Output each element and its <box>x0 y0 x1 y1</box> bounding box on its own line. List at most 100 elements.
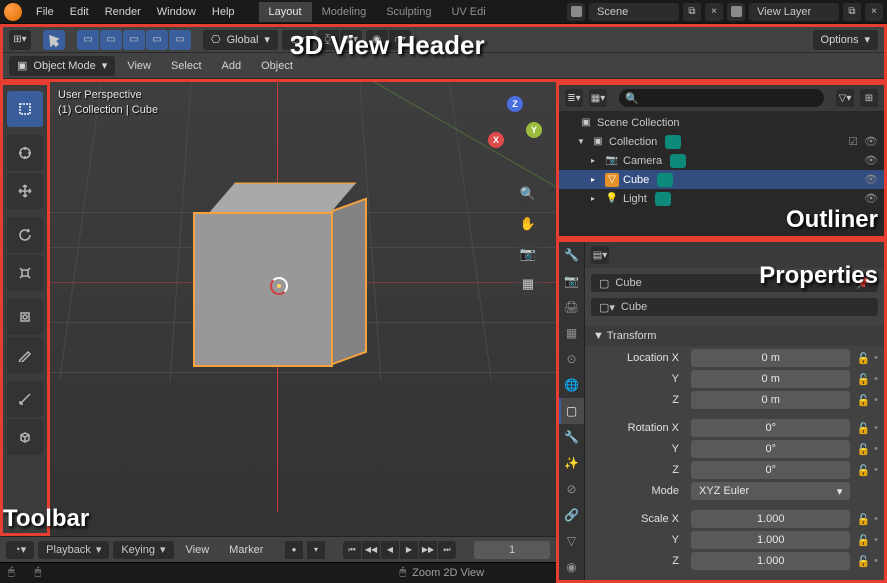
outliner-display-icon[interactable]: ▦▾ <box>589 89 607 107</box>
scene-delete-icon[interactable]: × <box>705 3 723 21</box>
tool-move[interactable] <box>7 173 43 209</box>
prev-key-icon[interactable]: ◀◀ <box>362 541 380 559</box>
lock-icon[interactable]: 🔓 <box>856 555 870 568</box>
view-menu[interactable]: View <box>119 57 159 75</box>
filter-icon[interactable]: ▽▾ <box>836 89 854 107</box>
anim-dot-icon[interactable]: • <box>874 534 878 547</box>
tab-particles-icon[interactable]: ✨ <box>559 450 584 476</box>
transform-orientation[interactable]: ⎔ Global ▾ <box>203 30 278 50</box>
jump-start-icon[interactable]: ⏮ <box>343 541 361 559</box>
anim-dot-icon[interactable]: • <box>874 464 878 477</box>
lock-icon[interactable]: 🔓 <box>856 422 870 435</box>
disclosure-icon[interactable]: ▸ <box>591 156 601 165</box>
select-intersect-icon[interactable]: ▭ <box>169 30 191 50</box>
scene-copy-icon[interactable]: ⧉ <box>683 3 701 21</box>
lock-icon[interactable]: 🔓 <box>856 373 870 386</box>
zoom-icon[interactable]: 🔍 <box>516 182 540 206</box>
tree-scene-collection[interactable]: ▣ Scene Collection <box>559 113 884 132</box>
lock-icon[interactable]: 🔓 <box>856 394 870 407</box>
snap-type-icon[interactable]: ▦▾ <box>340 30 362 50</box>
tab-data-icon[interactable]: ▽ <box>559 528 584 554</box>
play-rev-icon[interactable]: ◀ <box>381 541 399 559</box>
viewlayer-copy-icon[interactable]: ⧉ <box>843 3 861 21</box>
tab-constraints-icon[interactable]: 🔗 <box>559 502 584 528</box>
outliner-search-input[interactable]: 🔍 <box>619 89 824 107</box>
new-collection-icon[interactable]: ⊞ <box>860 89 878 107</box>
ortho-toggle-icon[interactable]: ▦ <box>516 272 540 296</box>
rot-x-field[interactable]: 0° <box>691 419 850 437</box>
anim-dot-icon[interactable]: • <box>874 443 878 456</box>
nav-gizmo[interactable]: Z Y X <box>488 96 542 150</box>
current-frame-field[interactable]: 1 <box>474 541 550 559</box>
tree-item-camera[interactable]: ▸ 📷 Camera 👁 <box>559 151 884 170</box>
tool-add-cube[interactable] <box>7 419 43 455</box>
eye-icon[interactable]: 👁 <box>864 154 878 167</box>
exclude-icon[interactable]: ☑ <box>848 135 858 148</box>
eye-icon[interactable]: 👁 <box>864 135 878 148</box>
editor-type-icon[interactable]: ⊞▾ <box>9 30 31 50</box>
anim-dot-icon[interactable]: • <box>874 373 878 386</box>
loc-x-field[interactable]: 0 m <box>691 349 850 367</box>
tree-item-cube[interactable]: ▸ ▽ Cube 👁 <box>559 170 884 189</box>
options-dropdown[interactable]: Options ▾ <box>813 30 878 50</box>
outliner-editor-icon[interactable]: ≣▾ <box>565 89 583 107</box>
loc-z-field[interactable]: 0 m <box>691 391 850 409</box>
anim-dot-icon[interactable]: • <box>874 352 878 365</box>
tab-output-icon[interactable]: 🖨 <box>559 294 584 320</box>
next-key-icon[interactable]: ▶▶ <box>419 541 437 559</box>
object-menu[interactable]: Object <box>253 57 301 75</box>
menu-render[interactable]: Render <box>97 3 149 21</box>
transform-panel-header[interactable]: ▼ Transform <box>585 326 884 346</box>
disclosure-icon[interactable]: ▸ <box>591 194 601 203</box>
scene-name-field[interactable]: Scene <box>589 3 679 21</box>
gizmo-x-icon[interactable]: X <box>488 132 504 148</box>
disclosure-icon[interactable]: ▼ <box>577 137 587 146</box>
tool-transform[interactable] <box>7 299 43 335</box>
eye-icon[interactable]: 👁 <box>864 173 878 186</box>
anim-dot-icon[interactable]: • <box>874 555 878 568</box>
pan-icon[interactable]: ✋ <box>516 212 540 236</box>
menu-window[interactable]: Window <box>149 3 204 21</box>
timeline-view-menu[interactable]: View <box>178 541 218 559</box>
tab-tool-icon[interactable]: 🔧 <box>559 242 584 268</box>
keying-menu[interactable]: Keying▾ <box>113 541 173 559</box>
scale-y-field[interactable]: 1.000 <box>691 531 850 549</box>
workspace-modeling[interactable]: Modeling <box>312 2 377 22</box>
default-cube[interactable] <box>195 172 363 367</box>
select-menu[interactable]: Select <box>163 57 210 75</box>
3d-viewport[interactable]: User Perspective (1) Collection | Cube Z… <box>0 82 556 536</box>
cursor-tool-icon[interactable] <box>43 30 65 50</box>
workspace-uv[interactable]: UV Edi <box>441 2 495 22</box>
anim-dot-icon[interactable]: • <box>874 422 878 435</box>
select-invert-icon[interactable]: ▭ <box>146 30 168 50</box>
propedit-toggle-icon[interactable]: ◉ <box>366 30 388 50</box>
data-name-field[interactable]: ▢▾ Cube <box>591 298 878 316</box>
propedit-falloff-icon[interactable]: ∩▾ <box>389 30 411 50</box>
workspace-layout[interactable]: Layout <box>259 2 312 22</box>
scale-z-field[interactable]: 1.000 <box>691 552 850 570</box>
lock-icon[interactable]: 🔓 <box>856 352 870 365</box>
tree-collection[interactable]: ▼ ▣ Collection ☑👁 <box>559 132 884 151</box>
autokey-icon[interactable]: ● <box>285 541 303 559</box>
playback-menu[interactable]: Playback▾ <box>38 541 109 559</box>
tab-modifiers-icon[interactable]: 🔧 <box>559 424 584 450</box>
tool-measure[interactable] <box>7 381 43 417</box>
tab-material-icon[interactable]: ◉ <box>559 554 584 580</box>
menu-file[interactable]: File <box>28 3 62 21</box>
tool-rotate[interactable] <box>7 217 43 253</box>
add-menu[interactable]: Add <box>214 57 250 75</box>
tab-scene-icon[interactable]: ⊙ <box>559 346 584 372</box>
viewlayer-browse-icon[interactable] <box>727 3 745 21</box>
lock-icon[interactable]: 🔓 <box>856 534 870 547</box>
select-extend-icon[interactable]: ▭ <box>100 30 122 50</box>
menu-edit[interactable]: Edit <box>62 3 97 21</box>
tool-cursor[interactable] <box>7 135 43 171</box>
pivot-dropdown[interactable]: ⊙▾ <box>282 30 313 50</box>
mode-dropdown[interactable]: ▣ Object Mode ▾ <box>9 56 115 76</box>
select-subtract-icon[interactable]: ▭ <box>123 30 145 50</box>
tool-select-box[interactable] <box>7 91 43 127</box>
scale-x-field[interactable]: 1.000 <box>691 510 850 528</box>
viewlayer-field[interactable]: View Layer <box>749 3 839 21</box>
snap-toggle-icon[interactable]: ⧲ <box>317 30 339 50</box>
camera-view-icon[interactable]: 📷 <box>516 242 540 266</box>
